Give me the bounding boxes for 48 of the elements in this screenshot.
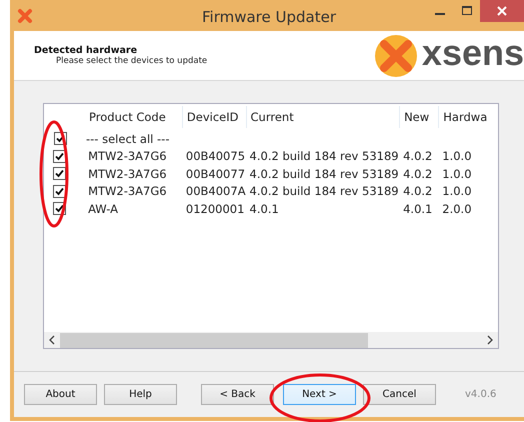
table-cell: 4.0.2 build 184 rev 53189	[250, 149, 399, 164]
horizontal-scrollbar[interactable]	[44, 332, 498, 348]
table-cell: AW-A	[88, 202, 118, 216]
dialog-button[interactable]: < Back	[201, 384, 274, 405]
table-cell: 00B40077	[186, 166, 246, 181]
checkbox[interactable]	[53, 167, 66, 180]
window-title: Firmware Updater	[202, 8, 336, 26]
table-cell: 4.0.1	[403, 202, 432, 216]
table-cell: 1.0.0	[442, 184, 472, 198]
logo-icon	[374, 34, 418, 78]
maximize-icon[interactable]	[460, 5, 472, 17]
column-header[interactable]: Current	[246, 106, 400, 128]
close-icon[interactable]	[496, 5, 508, 17]
column-header[interactable]: New	[400, 106, 440, 128]
column-header[interactable]: DeviceID	[182, 106, 247, 128]
scroll-right-icon[interactable]	[486, 335, 494, 345]
scrollbar-thumb[interactable]	[60, 332, 368, 348]
table-cell: 4.0.2	[403, 184, 432, 198]
table-cell: 2.0.0	[442, 202, 472, 216]
logo-text: xsens	[422, 34, 524, 70]
table-cell: 4.0.2	[403, 166, 432, 181]
table-cell: 01200001	[186, 202, 244, 216]
select-all-label[interactable]: --- select all ---	[86, 132, 170, 146]
table-cell: MTW2-3A7G6	[88, 149, 167, 164]
dialog-button[interactable]: Cancel	[363, 384, 436, 405]
table-cell: 4.0.1	[250, 202, 279, 216]
table-cell: 00B4007A	[186, 184, 246, 198]
version-label: v4.0.6	[465, 389, 496, 400]
dialog-button[interactable]: Help	[104, 384, 177, 405]
app-icon	[17, 8, 33, 24]
dialog-button[interactable]: Next >	[283, 384, 356, 405]
table-cell: 1.0.0	[442, 149, 472, 164]
dialog-button[interactable]: About	[24, 384, 97, 405]
table-cell: MTW2-3A7G6	[88, 166, 167, 181]
table-cell: 00B40075	[186, 149, 246, 164]
header-subtitle: Please select the devices to update	[56, 56, 208, 66]
scroll-left-icon[interactable]	[48, 335, 56, 345]
column-header[interactable]: Product Code	[85, 106, 183, 128]
checkbox[interactable]	[53, 184, 66, 198]
column-header[interactable]: Hardwa	[439, 106, 498, 128]
table-cell: 4.0.2 build 184 rev 53189	[250, 184, 399, 198]
table-cell: MTW2-3A7G6	[88, 184, 167, 198]
table-cell: 4.0.2 build 184 rev 53189	[250, 166, 399, 181]
checkbox[interactable]	[53, 150, 66, 163]
header-title: Detected hardware	[34, 45, 138, 56]
table-cell: 4.0.2	[403, 149, 432, 164]
close-button[interactable]	[480, 0, 524, 22]
table-cell: 1.0.0	[442, 166, 472, 181]
